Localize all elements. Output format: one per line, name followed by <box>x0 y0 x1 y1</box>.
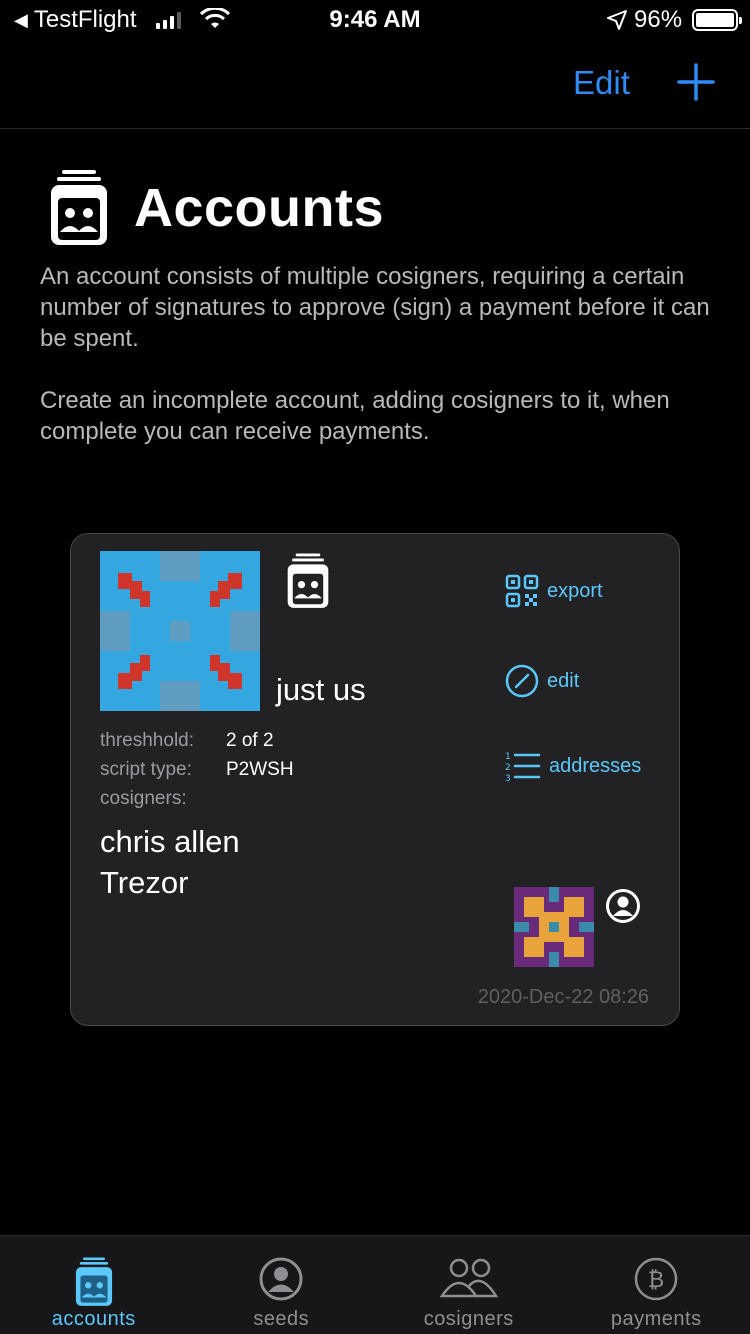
qr-code-icon <box>505 574 539 608</box>
accounts-icon <box>287 553 329 608</box>
accounts-icon <box>51 170 107 245</box>
people-icon <box>439 1258 499 1298</box>
battery-icon <box>692 9 742 31</box>
account-card[interactable]: just us threshhold: 2 of 2 script type: … <box>70 533 680 1026</box>
location-arrow-icon <box>607 10 627 30</box>
svg-text:2: 2 <box>505 763 511 773</box>
bitcoin-circle-icon: ₿ <box>635 1257 678 1301</box>
account-identicon <box>100 551 260 711</box>
export-label: export <box>547 579 603 602</box>
cosigner-name: chris allen <box>100 824 240 859</box>
tab-label: seeds <box>253 1308 310 1330</box>
tab-label: payments <box>610 1308 702 1330</box>
edit-button[interactable]: Edit <box>573 64 630 102</box>
script-type-label: script type: <box>100 759 192 780</box>
addresses-label: addresses <box>549 754 642 777</box>
export-button[interactable]: export <box>505 574 603 608</box>
pencil-circle-icon <box>505 664 539 698</box>
plus-icon[interactable] <box>676 62 716 102</box>
created-date: 2020-Dec-22 08:26 <box>477 986 649 1008</box>
edit-label: edit <box>547 669 580 692</box>
tab-seeds[interactable]: seeds <box>188 1236 376 1334</box>
page-header: Accounts <box>48 168 384 248</box>
cosigners-label: cosigners: <box>100 788 187 809</box>
tab-accounts[interactable]: accounts <box>0 1236 188 1334</box>
threshold-label: threshhold: <box>100 730 195 751</box>
numbered-list-icon: 123 <box>505 752 541 782</box>
script-type-row: script type: P2WSH <box>100 759 294 781</box>
threshold-row: threshhold: 2 of 2 <box>100 730 274 752</box>
tab-label: accounts <box>51 1308 136 1330</box>
edit-account-button[interactable]: edit <box>505 664 579 698</box>
svg-text:3: 3 <box>505 774 511 782</box>
cosigner-name: Trezor <box>100 865 189 900</box>
battery-percent: 96% <box>634 6 683 33</box>
tab-cosigners[interactable]: cosigners <box>375 1236 563 1334</box>
accounts-icon <box>75 1257 112 1306</box>
description-paragraph: Create an incomplete account, adding cos… <box>40 387 670 445</box>
account-name: just us <box>276 672 366 707</box>
page-title: Accounts <box>134 178 385 238</box>
person-circle-icon <box>259 1257 303 1301</box>
tab-bar: accounts seeds cosigners ₿ payments <box>0 1235 750 1334</box>
svg-text:1: 1 <box>505 752 511 762</box>
tab-label: cosigners <box>423 1308 514 1330</box>
description-paragraph: An account consists of multiple cosigner… <box>40 263 710 352</box>
svg-text:₿: ₿ <box>648 1268 664 1293</box>
threshold-value: 2 of 2 <box>226 730 274 751</box>
person-circle-icon <box>606 889 640 923</box>
cosigner-identicon <box>514 887 594 967</box>
status-bar: ◀ TestFlight 9:46 AM 96% <box>0 0 750 40</box>
addresses-button[interactable]: 123 addresses <box>505 750 641 782</box>
navigation-bar: Edit <box>0 40 750 129</box>
tab-payments[interactable]: ₿ payments <box>563 1236 750 1334</box>
script-type-value: P2WSH <box>226 759 294 780</box>
